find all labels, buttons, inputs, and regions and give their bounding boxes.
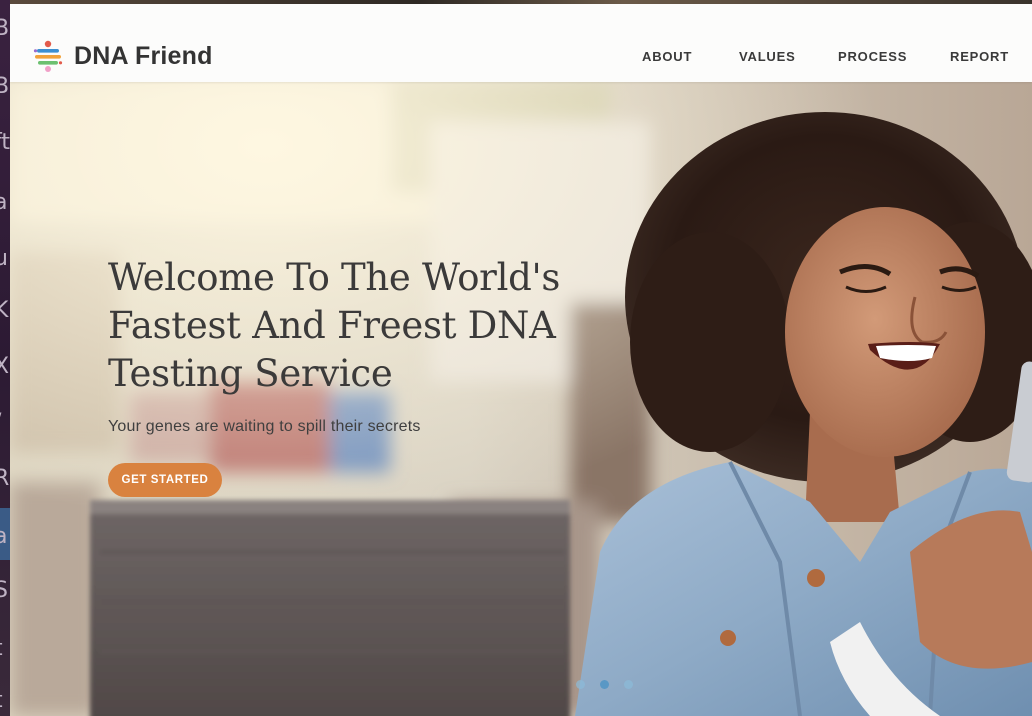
background-text: a [0, 190, 8, 215]
background-text: K [0, 298, 9, 323]
hero-headline: Welcome To The World's Fastest And Frees… [108, 254, 608, 398]
navbar: DNA Friend ABOUT VALUES PROCESS REPORT [10, 4, 1032, 82]
background-text: ft [0, 130, 10, 155]
background-text: Sl [0, 578, 10, 603]
hero-subtext: Your genes are waiting to spill their se… [108, 418, 421, 435]
background-text: X [0, 354, 10, 379]
carousel-indicators [576, 680, 633, 689]
background-text: R [0, 466, 10, 491]
background-text: / [0, 412, 10, 434]
background-text: t [0, 690, 10, 712]
hero-headline-line: Fastest And Freest DNA [108, 304, 556, 347]
nav-values[interactable]: VALUES [739, 49, 796, 64]
nav-report[interactable]: REPORT [950, 49, 1009, 64]
dna-dots-logo-icon[interactable] [32, 38, 64, 74]
nav-about[interactable]: ABOUT [642, 49, 692, 64]
background-window-strip: B B ft a u K X / R a Sl t t [0, 0, 10, 716]
background-text: B [0, 74, 10, 99]
background-text: B [0, 16, 10, 41]
nav-process[interactable]: PROCESS [838, 49, 907, 64]
hero-headline-line: Testing Service [108, 352, 393, 395]
hero-section: Welcome To The World's Fastest And Frees… [10, 82, 1032, 716]
background-text: u [0, 246, 8, 271]
carousel-dot[interactable] [576, 680, 585, 689]
carousel-dot-active[interactable] [600, 680, 609, 689]
hero-headline-line: Welcome To The World's [108, 256, 561, 299]
background-text: t [0, 638, 10, 660]
get-started-button[interactable]: GET STARTED [108, 463, 222, 497]
website-viewport: DNA Friend ABOUT VALUES PROCESS REPORT W… [10, 4, 1032, 716]
hero-text-block: Welcome To The World's Fastest And Frees… [108, 254, 608, 436]
carousel-dot[interactable] [624, 680, 633, 689]
background-text: a [0, 524, 8, 549]
brand-name[interactable]: DNA Friend [74, 42, 213, 71]
